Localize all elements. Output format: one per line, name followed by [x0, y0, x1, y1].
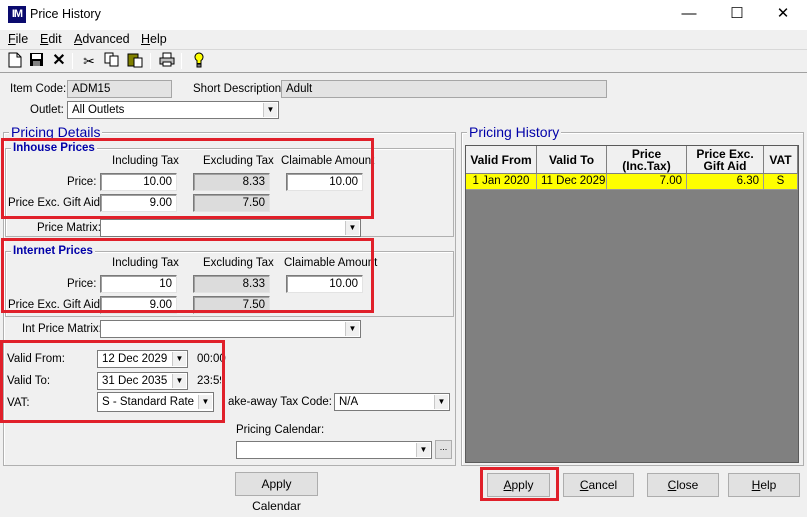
table-cell[interactable]: S: [764, 174, 798, 190]
apply-calendar-button[interactable]: Apply Calendar: [235, 472, 318, 513]
short-description-label: Short Description:: [193, 83, 285, 95]
item-code-label: Item Code:: [10, 83, 67, 95]
annotation-internet-prices: [1, 238, 374, 313]
column-header-price-inc-tax[interactable]: Price (Inc.Tax): [607, 146, 687, 174]
window-title: Price History: [30, 7, 101, 21]
chevron-down-icon: ▼: [416, 443, 430, 457]
outlet-select[interactable]: All Outlets ▼: [67, 101, 279, 119]
chevron-down-icon: ▼: [345, 322, 359, 336]
chevron-down-icon: ▼: [263, 103, 277, 117]
item-code-field: ADM15: [67, 80, 172, 98]
pricing-history-title: Pricing History: [467, 124, 562, 140]
pricing-calendar-label: Pricing Calendar:: [236, 424, 325, 436]
app-icon: IM: [8, 6, 26, 23]
close-window-button[interactable]: ✕: [760, 0, 806, 30]
minimize-button[interactable]: —: [666, 0, 712, 30]
hint-icon[interactable]: [190, 52, 208, 70]
column-header-price-exc-gift-aid[interactable]: Price Exc. Gift Aid: [687, 146, 764, 174]
menu-advanced[interactable]: Advanced: [74, 32, 130, 46]
table-cell[interactable]: 6.30: [687, 174, 764, 190]
toolbar-separator: [72, 53, 73, 69]
save-icon[interactable]: [27, 52, 45, 70]
toolbar-separator: [150, 53, 151, 69]
column-header-vat[interactable]: VAT: [764, 146, 798, 174]
outlet-label: Outlet:: [30, 104, 64, 116]
menu-help[interactable]: Help: [141, 32, 167, 46]
print-icon[interactable]: [158, 52, 176, 70]
int-price-matrix-select[interactable]: ▼: [100, 320, 361, 338]
new-icon[interactable]: [6, 52, 24, 70]
delete-icon[interactable]: ✕: [50, 52, 68, 70]
toolbar-separator: [181, 53, 182, 69]
price-matrix-select[interactable]: ▼: [100, 219, 361, 237]
takeaway-tax-code-select[interactable]: N/A ▼: [334, 393, 450, 411]
cancel-button[interactable]: Cancel: [563, 473, 634, 497]
pricing-calendar-select[interactable]: ▼: [236, 441, 432, 459]
table-cell[interactable]: 1 Jan 2020: [466, 174, 537, 190]
cut-icon[interactable]: ✂: [80, 52, 98, 70]
help-button[interactable]: Help: [728, 473, 800, 497]
table-cell[interactable]: 11 Dec 2029: [537, 174, 607, 190]
annotation-validity-vat: [0, 340, 225, 423]
int-price-matrix-label: Int Price Matrix:: [22, 323, 102, 335]
close-button[interactable]: Close: [647, 473, 719, 497]
annotation-inhouse-prices: [1, 138, 374, 219]
copy-icon[interactable]: [103, 52, 121, 70]
pricing-calendar-browse-button[interactable]: ...: [435, 440, 452, 459]
short-description-field: Adult: [281, 80, 607, 98]
toolbar: [0, 49, 807, 73]
pricing-history-grid[interactable]: Valid From Valid To Price (Inc.Tax) Pric…: [465, 145, 799, 463]
column-header-valid-to[interactable]: Valid To: [537, 146, 607, 174]
table-cell[interactable]: 7.00: [607, 174, 687, 190]
chevron-down-icon: ▼: [434, 395, 448, 409]
menu-file[interactable]: File: [8, 32, 28, 46]
annotation-apply: [480, 467, 559, 501]
takeaway-tax-code-label: ake-away Tax Code:: [228, 396, 332, 408]
chevron-down-icon: ▼: [345, 221, 359, 235]
maximize-button[interactable]: ☐: [714, 0, 760, 30]
menu-edit[interactable]: Edit: [40, 32, 62, 46]
column-header-valid-from[interactable]: Valid From: [466, 146, 537, 174]
paste-icon[interactable]: [126, 52, 144, 70]
price-matrix-label: Price Matrix:: [37, 222, 101, 234]
